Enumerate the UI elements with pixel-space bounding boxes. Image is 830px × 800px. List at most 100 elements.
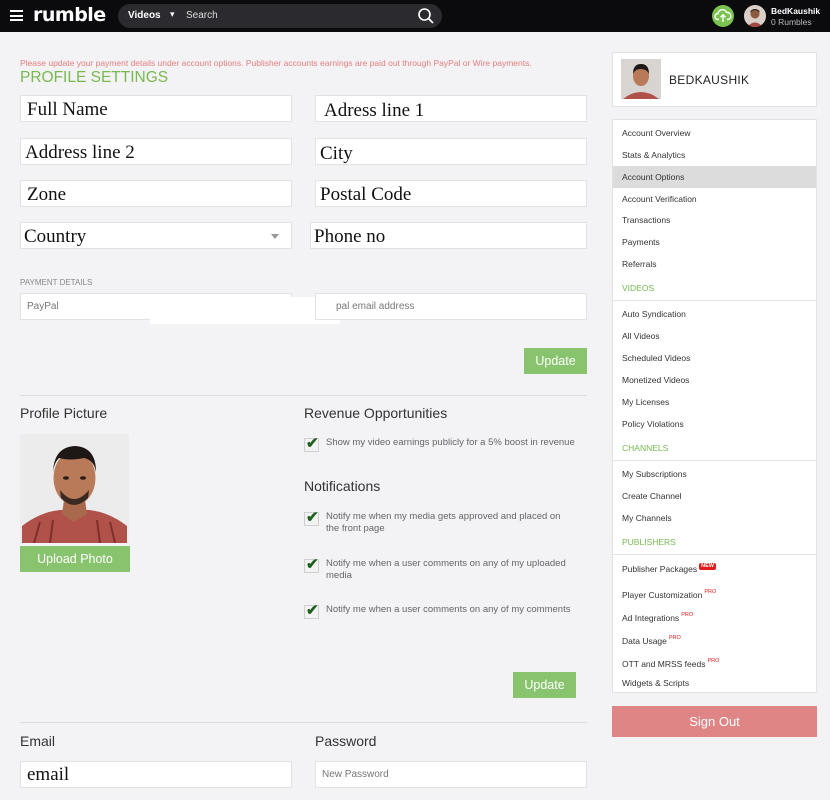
pro-badge: PRO xyxy=(668,635,681,641)
sidebar-item-policy-violations[interactable]: Policy Violations xyxy=(613,413,816,435)
sidebar-item-my-subscriptions[interactable]: My Subscriptions xyxy=(613,463,816,485)
menu-icon[interactable] xyxy=(10,10,23,21)
checkmark-icon: ✔ xyxy=(306,509,319,526)
sidebar-item-account-overview[interactable]: Account Overview xyxy=(613,122,816,144)
notification-option-label: Notify me when a user comments on any of… xyxy=(326,558,566,581)
address-line-2-value: Address line 2 xyxy=(25,142,135,163)
paypal-email-field[interactable]: pal email address xyxy=(315,293,587,320)
chevron-down-icon[interactable] xyxy=(271,234,279,239)
country-value: Country xyxy=(24,226,87,247)
sidebar-item-label: Publisher Packages xyxy=(622,564,698,574)
sidebar-username: BEDKAUSHIK xyxy=(669,73,750,87)
sidebar-section-videos: VIDEOS xyxy=(613,275,816,301)
sidebar-item-create-channel[interactable]: Create Channel xyxy=(613,485,816,507)
checkmark-icon: ✔ xyxy=(306,602,319,619)
sidebar-item-monetized-videos[interactable]: Monetized Videos xyxy=(613,369,816,391)
sidebar-item-referrals[interactable]: Referrals xyxy=(613,253,816,275)
search-icon[interactable] xyxy=(417,7,435,25)
email-field[interactable]: email xyxy=(20,761,292,788)
avatar[interactable] xyxy=(744,5,766,27)
search-bar: Videos ▾ Search xyxy=(118,4,442,28)
postal-code-field[interactable]: Postal Code xyxy=(315,180,587,207)
sidebar-item-label: OTT and MRSS feeds xyxy=(622,659,706,669)
rumbles-count: 0 Rumbles xyxy=(771,17,812,27)
sidebar-item-widgets-scripts[interactable]: Widgets & Scripts xyxy=(613,672,816,694)
revenue-option-label: Show my video earnings publicly for a 5%… xyxy=(326,437,575,448)
sign-out-button[interactable]: Sign Out xyxy=(612,706,817,737)
new-badge: NEW xyxy=(699,563,716,570)
full-name-field[interactable]: Full Name xyxy=(20,95,292,122)
checkmark-icon: ✔ xyxy=(306,435,319,452)
password-field[interactable]: New Password xyxy=(315,761,587,788)
password-placeholder: New Password xyxy=(322,769,389,780)
sidebar-item-publisher-packages[interactable]: Publisher Packages NEW xyxy=(613,558,816,580)
notify-media-comments-checkbox[interactable]: ✔ xyxy=(304,556,319,573)
revenue-opportunities-title: Revenue Opportunities xyxy=(304,405,448,421)
postal-code-value: Postal Code xyxy=(320,184,412,205)
sidebar-item-transactions[interactable]: Transactions xyxy=(613,209,816,231)
sidebar-item-my-channels[interactable]: My Channels xyxy=(613,507,816,529)
sidebar-item-scheduled-videos[interactable]: Scheduled Videos xyxy=(613,347,816,369)
address-line-1-field[interactable]: Adress line 1 xyxy=(315,95,587,122)
sidebar-profile-card: BEDKAUSHIK xyxy=(612,52,817,107)
section-divider xyxy=(20,722,587,723)
section-divider xyxy=(20,395,587,396)
password-title: Password xyxy=(315,733,377,749)
email-value: email xyxy=(27,764,70,785)
update-payment-button[interactable]: Update xyxy=(524,348,587,374)
city-field[interactable]: City xyxy=(315,138,587,165)
sidebar-item-ott-mrss-feeds[interactable]: OTT and MRSS feeds PRO xyxy=(613,650,816,672)
sidebar-item-player-customization[interactable]: Player Customization PRO xyxy=(613,581,816,603)
redaction-patch xyxy=(150,297,340,324)
notify-comment-replies-checkbox[interactable]: ✔ xyxy=(304,602,319,619)
sidebar-item-stats-analytics[interactable]: Stats & Analytics xyxy=(613,144,816,166)
upload-photo-button[interactable]: Upload Photo xyxy=(20,546,130,572)
address-line-2-field[interactable]: Address line 2 xyxy=(20,138,292,165)
profile-picture-title: Profile Picture xyxy=(20,405,108,421)
avatar[interactable] xyxy=(621,59,661,99)
city-value: City xyxy=(320,143,353,164)
profile-photo xyxy=(20,434,129,543)
update-notifications-button[interactable]: Update xyxy=(513,672,576,698)
search-input[interactable]: Search xyxy=(186,10,218,21)
sidebar-item-label: Ad Integrations xyxy=(622,613,680,623)
pro-badge: PRO xyxy=(704,589,717,595)
checkmark-icon: ✔ xyxy=(306,556,319,573)
sidebar-item-auto-syndication[interactable]: Auto Syndication xyxy=(613,303,816,325)
country-select[interactable]: Country xyxy=(20,222,292,249)
sidebar-item-my-licenses[interactable]: My Licenses xyxy=(613,391,816,413)
sidebar-menu: Account Overview Stats & Analytics Accou… xyxy=(612,119,817,693)
notification-option-label: Notify me when my media gets approved an… xyxy=(326,511,561,534)
pro-badge: PRO xyxy=(707,658,720,664)
pro-badge: PRO xyxy=(681,612,694,618)
address-line-1-value: Adress line 1 xyxy=(324,100,425,121)
sidebar-item-account-options[interactable]: Account Options xyxy=(613,166,816,188)
revenue-checkbox[interactable]: ✔ xyxy=(304,435,319,452)
page-title: PROFILE SETTINGS xyxy=(20,69,169,86)
notification-option-label: Notify me when a user comments on any of… xyxy=(326,604,571,615)
sidebar-item-payments[interactable]: Payments xyxy=(613,231,816,253)
upload-icon[interactable] xyxy=(712,5,734,27)
search-category-select[interactable]: Videos xyxy=(128,10,161,21)
notify-approved-checkbox[interactable]: ✔ xyxy=(304,509,319,526)
phone-field[interactable]: Phone no xyxy=(310,222,587,249)
notifications-title: Notifications xyxy=(304,478,381,494)
chevron-down-icon[interactable]: ▾ xyxy=(170,9,175,20)
rumble-logo[interactable]: rumble xyxy=(33,4,106,26)
sidebar-item-data-usage[interactable]: Data Usage PRO xyxy=(613,627,816,649)
sidebar-item-account-verification[interactable]: Account Verification xyxy=(613,188,816,210)
sidebar-item-ad-integrations[interactable]: Ad Integrations PRO xyxy=(613,604,816,626)
sidebar-item-label: Data Usage xyxy=(622,636,667,646)
email-title: Email xyxy=(20,733,56,749)
sidebar-item-all-videos[interactable]: All Videos xyxy=(613,325,816,347)
payment-notice: Please update your payment details under… xyxy=(20,58,532,68)
full-name-value: Full Name xyxy=(27,99,108,120)
account-username[interactable]: BedKaushik xyxy=(771,6,820,16)
payment-details-label: PAYMENT DETAILS xyxy=(20,278,93,287)
sidebar-section-channels: CHANNELS xyxy=(613,435,816,461)
payment-method-value: PayPal xyxy=(27,301,59,312)
sidebar-section-publishers: PUBLISHERS xyxy=(613,529,816,555)
zone-value: Zone xyxy=(27,184,67,205)
zone-field[interactable]: Zone xyxy=(20,180,292,207)
paypal-email-placeholder: pal email address xyxy=(336,301,415,312)
